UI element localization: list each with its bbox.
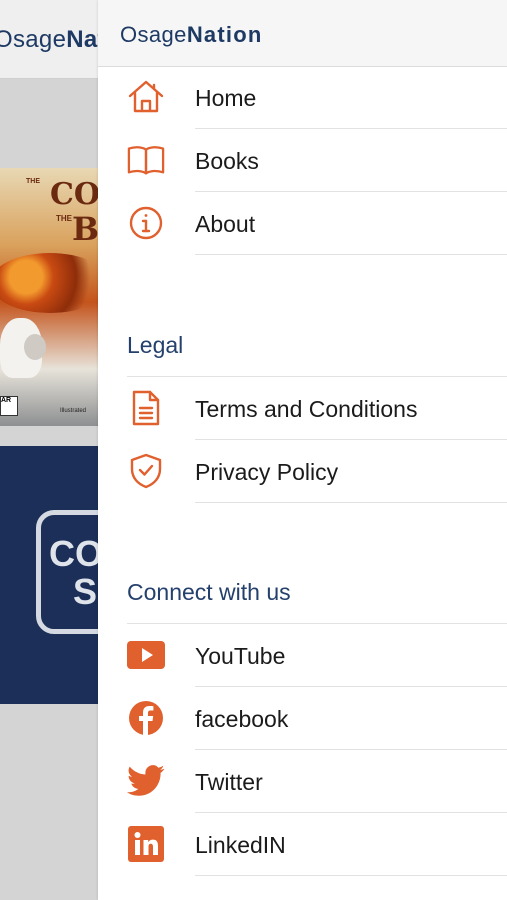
nav-item-terms-label: Terms and Conditions [195, 396, 418, 422]
home-icon [127, 78, 165, 116]
nav-item-privacy-label: Privacy Policy [195, 459, 339, 485]
social-item-youtube-label: YouTube [195, 643, 286, 669]
divider [195, 502, 507, 503]
drawer-logo-light: Osage [120, 22, 187, 47]
social-item-youtube[interactable]: YouTube [98, 624, 507, 687]
nav-item-home[interactable]: Home [98, 66, 507, 129]
book-cover-image[interactable]: THE CO THE B AR Illustrated [0, 168, 110, 426]
nav-item-privacy[interactable]: Privacy Policy [98, 440, 507, 503]
divider [195, 254, 507, 255]
divider [195, 875, 507, 876]
facebook-icon [127, 699, 165, 737]
social-item-facebook[interactable]: facebook [98, 687, 507, 750]
cover-title-1: CO [50, 177, 101, 212]
nav-item-books[interactable]: Books [98, 129, 507, 192]
twitter-icon [127, 762, 165, 800]
cover-animal-small [24, 334, 46, 360]
cover-badge: AR [0, 396, 18, 416]
info-icon [127, 204, 165, 242]
drawer-logo-bold: Nation [186, 22, 263, 47]
linkedin-icon [127, 825, 165, 863]
coming-soon-banner[interactable]: CO S [0, 446, 146, 704]
nav-item-home-label: Home [195, 85, 257, 111]
social-item-twitter[interactable]: Twitter [98, 750, 507, 813]
section-title-legal: Legal [127, 332, 184, 358]
drawer-logo[interactable]: OsageNation [120, 22, 262, 48]
navigation-drawer: OsageNation Home Books About Legal Terms… [98, 0, 507, 900]
nav-item-books-label: Books [195, 148, 259, 174]
nav-item-about-label: About [195, 211, 256, 237]
cover-word-2: THE [56, 214, 72, 223]
section-title-connect: Connect with us [127, 579, 291, 605]
document-icon [127, 389, 165, 427]
social-item-facebook-label: facebook [195, 706, 289, 732]
drawer-header: OsageNation [98, 0, 507, 67]
social-item-linkedin-label: LinkedIN [195, 832, 286, 858]
cover-leaves [0, 253, 110, 313]
book-icon [127, 141, 165, 179]
social-item-twitter-label: Twitter [195, 769, 263, 795]
background-logo-light: Osage [0, 26, 67, 53]
cover-title-2: B [72, 210, 100, 248]
cover-word-1: THE [26, 178, 40, 185]
cover-credit: Illustrated [60, 408, 87, 414]
nav-item-about[interactable]: About [98, 192, 507, 255]
youtube-icon [127, 636, 165, 674]
nav-item-terms[interactable]: Terms and Conditions [98, 377, 507, 440]
social-item-linkedin[interactable]: LinkedIN [98, 813, 507, 876]
shield-check-icon [127, 452, 165, 490]
